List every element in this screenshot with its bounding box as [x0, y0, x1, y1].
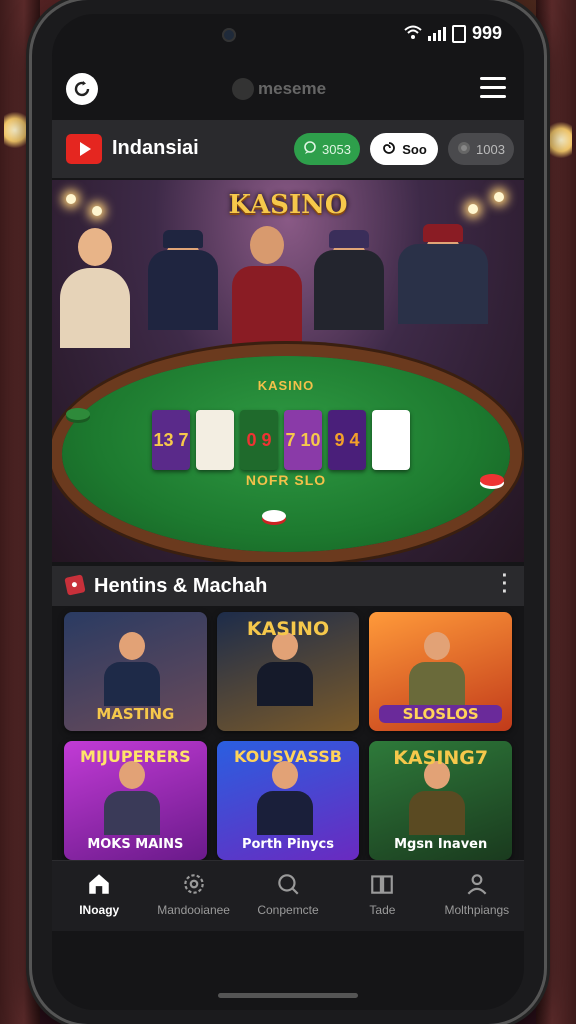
game-tile[interactable]: KOUSVASSB Porth Pinycs	[216, 741, 360, 860]
game-tile-title: MIJUPERERS	[80, 747, 191, 766]
battery-icon	[451, 24, 466, 43]
playing-card	[196, 410, 234, 470]
game-tile[interactable]: KASING7 Mgsn Inaven	[369, 741, 512, 860]
game-tile-title: KOUSVASSB	[233, 747, 342, 766]
playing-card	[372, 410, 410, 470]
nav-label: INoagy	[79, 903, 120, 917]
character-dealer	[314, 230, 384, 358]
brand-name: meseme	[258, 79, 327, 98]
front-camera	[222, 28, 236, 42]
game-tile[interactable]: SLOSLOS	[369, 612, 512, 731]
playing-card: 9 4	[328, 410, 366, 470]
game-tile-subtitle: Mgsn Inaven	[394, 837, 488, 852]
game-tile[interactable]: MIJUPERERS MOKS MAINS	[64, 741, 207, 860]
signal-icon	[427, 26, 446, 41]
nav-label: Conpemcte	[257, 903, 319, 917]
brand-logo-icon	[232, 78, 254, 100]
games-grid: MASTING KASINO SLOSLOS MIJUPERERS MOKS M…	[64, 612, 512, 860]
refresh-icon	[74, 81, 90, 97]
section-header: Hentins & Machah · · ·	[52, 566, 524, 606]
more-vertical-icon: · · ·	[501, 565, 509, 603]
wifi-icon	[404, 25, 422, 43]
game-tile-subtitle: MASTING	[96, 705, 175, 723]
nav-item-search[interactable]: Conpemcte	[241, 861, 335, 931]
game-character	[104, 761, 160, 835]
nav-label: Mandooianee	[157, 903, 230, 917]
refresh-button[interactable]	[66, 73, 98, 105]
status-bar: 999	[52, 14, 524, 54]
phone-screen: 999 meseme Indansiai 3053 Soo 1003 KASIN…	[52, 14, 524, 1010]
top-bar: meseme	[52, 69, 524, 115]
nav-item-home[interactable]: INoagy	[52, 861, 146, 931]
bottom-navigation: INoagy Mandooianee Conpemcte Tade Molthp…	[52, 860, 524, 931]
swirl-icon	[381, 140, 397, 159]
character-host	[232, 226, 302, 346]
game-character	[409, 632, 466, 706]
nav-label: Tade	[369, 903, 396, 917]
banner-logo: KASINO	[228, 190, 348, 220]
status-icons: 999	[404, 23, 502, 44]
section-title: Hentins & Machah	[94, 575, 268, 597]
background-light	[4, 110, 26, 150]
game-tile-subtitle: MOKS MAINS	[87, 837, 184, 852]
battery-level: 999	[471, 23, 502, 43]
more-options-button[interactable]: · · ·	[500, 566, 510, 602]
game-tile-title: KASINO	[246, 618, 330, 640]
game-tile-title: KASING7	[393, 747, 489, 769]
dice-icon	[64, 574, 86, 596]
coin-chip-label: 1003	[476, 141, 505, 157]
nav-item-profile[interactable]: Molthpiangs	[430, 861, 524, 931]
character-woman	[60, 228, 130, 348]
game-tile-subtitle: SLOSLOS	[379, 705, 502, 723]
chip-stack	[66, 408, 90, 420]
felt-bottom-text: NOFR SLO	[245, 472, 327, 488]
game-character	[256, 761, 313, 835]
nav-item-settings[interactable]: Mandooianee	[146, 861, 240, 931]
background-light	[550, 120, 572, 160]
chip-stack	[480, 474, 504, 486]
swirl-chip-label: Soo	[402, 141, 427, 157]
play-logo-icon	[66, 134, 102, 164]
swirl-chip[interactable]: Soo	[370, 133, 438, 165]
game-tile-subtitle: Porth Pinycs	[241, 837, 334, 852]
playing-card: 13 7	[152, 410, 190, 470]
game-tile[interactable]: MASTING	[64, 612, 207, 731]
coin-icon	[457, 141, 471, 158]
gear-icon	[183, 874, 204, 894]
search-icon	[278, 874, 299, 895]
felt-top-text: KASINO	[257, 378, 315, 393]
nav-label: Molthpiangs	[444, 903, 510, 917]
playing-card: 0 9	[240, 410, 278, 470]
game-character	[256, 632, 313, 706]
game-tile[interactable]: KASINO	[216, 612, 360, 731]
menu-icon	[480, 77, 506, 80]
chat-chip[interactable]: 3053	[294, 133, 360, 165]
chat-bubble-icon	[303, 140, 317, 158]
coin-chip[interactable]: 1003	[448, 133, 514, 165]
brand: meseme	[232, 78, 326, 100]
character-gambler	[398, 224, 488, 352]
phone-frame: 999 meseme Indansiai 3053 Soo 1003 KASIN…	[32, 0, 544, 1024]
home-indicator[interactable]	[218, 993, 358, 998]
character-dealer	[148, 230, 218, 358]
user-icon	[467, 874, 487, 895]
chip-stack	[262, 510, 286, 522]
menu-button[interactable]	[480, 77, 506, 104]
app-header: Indansiai 3053 Soo 1003	[52, 120, 524, 178]
book-icon	[371, 875, 394, 894]
hero-banner[interactable]: KASINO KASINO NOFR SLO 13 7 0 9 7 10 9 4	[52, 180, 524, 562]
app-title: Indansiai	[112, 137, 199, 159]
nav-item-book[interactable]: Tade	[335, 861, 429, 931]
home-icon	[89, 874, 109, 894]
game-character	[409, 761, 466, 835]
playing-card: 7 10	[284, 410, 322, 470]
game-character	[104, 632, 160, 706]
cards-row: 13 7 0 9 7 10 9 4	[152, 410, 410, 470]
chat-chip-label: 3053	[322, 141, 351, 157]
